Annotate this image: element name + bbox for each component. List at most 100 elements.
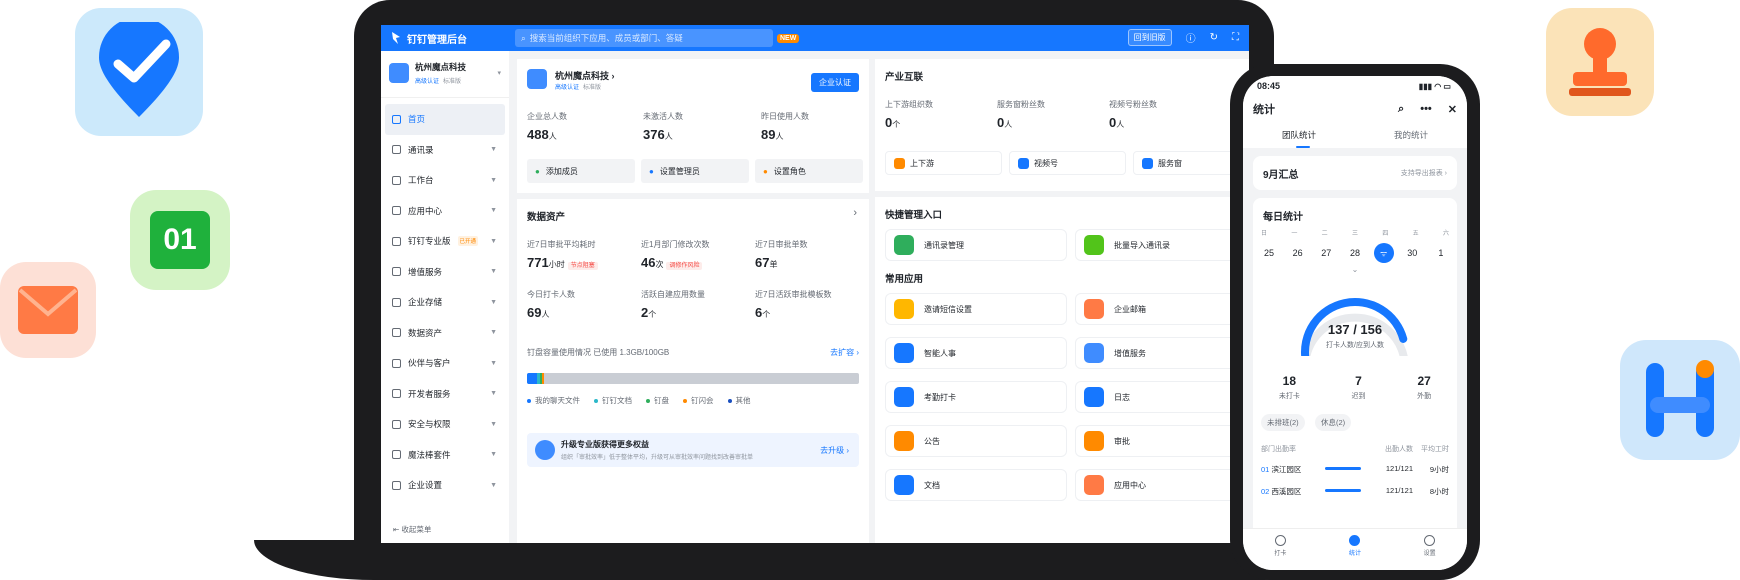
set-role-button[interactable]: ● 设置角色 — [755, 159, 863, 183]
date-cell[interactable]: 28 — [1345, 248, 1365, 258]
calendar-app-icon: 01 — [130, 190, 230, 290]
weekday: 一 — [1291, 231, 1298, 237]
more-icon[interactable]: ••• — [1420, 103, 1432, 116]
app-attendance[interactable]: 考勤打卡 — [885, 381, 1067, 413]
org-switcher[interactable]: 杭州魔点科技 高级认证 标准版 ▾ — [381, 51, 509, 98]
approval-icon — [1084, 431, 1104, 451]
chevron-down-icon: ▼ — [490, 481, 497, 489]
set-admin-button[interactable]: ● 设置管理员 — [641, 159, 749, 183]
collapse-label: 收起菜单 — [401, 525, 432, 534]
date-cell[interactable]: 1 — [1431, 248, 1451, 258]
search-input[interactable]: ⌕ 搜索当前组织下应用、成员或部门、答疑 — [515, 29, 773, 47]
tag-rest[interactable]: 休息(2) — [1315, 414, 1352, 431]
org-card-name[interactable]: 杭州魔点科技 — [555, 71, 609, 81]
sidebar-item-label: 数据资产 — [408, 327, 443, 338]
app-mail[interactable]: 企业邮箱 — [1075, 293, 1249, 325]
app-label: 通讯录管理 — [924, 240, 964, 250]
sidebar-item-security[interactable]: 安全与权限 ▼ — [381, 409, 509, 440]
app-bulk-import[interactable]: 批量导入通讯录 — [1075, 229, 1249, 261]
sidebar-item-storage[interactable]: 企业存储 ▼ — [381, 287, 509, 318]
help-icon[interactable]: ⓘ — [1186, 30, 1196, 45]
chevron-down-icon[interactable]: ⌄ — [1253, 265, 1457, 274]
date-cell[interactable]: 27 — [1316, 248, 1336, 258]
search-icon[interactable]: ⌕ — [1398, 103, 1404, 116]
summary-late[interactable]: 7 迟到 — [1351, 374, 1365, 401]
upgrade-link[interactable]: 去升级 › — [820, 445, 849, 456]
chevron-right-icon[interactable]: › — [853, 207, 857, 219]
sidebar-item-pro[interactable]: 钉钉专业版 已开通 ▼ — [381, 226, 509, 257]
dept-row[interactable]: 01 滨江园区 121/121 9小时 — [1261, 464, 1449, 475]
app-label: 智能人事 — [924, 348, 956, 358]
tag-unscheduled[interactable]: 未排班(2) — [1261, 414, 1305, 431]
sidebar-item-home[interactable]: 首页 — [385, 104, 505, 135]
stat-inactive-members: 未激活人数 376人 — [643, 111, 683, 142]
app-docs[interactable]: 文档 — [885, 469, 1067, 501]
nav-stats[interactable]: 统计 — [1349, 535, 1361, 570]
summary-missed[interactable]: 18 未打卡 — [1279, 374, 1300, 401]
date-cell[interactable]: 25 — [1259, 248, 1279, 258]
sidebar-item-partners[interactable]: 伙伴与客户 ▼ — [381, 348, 509, 379]
dept-hours: 9小时 — [1429, 465, 1449, 474]
stat-active-apps: 活跃自建应用数量 2个 — [641, 289, 705, 320]
app-contacts-mgmt[interactable]: 通讯录管理 — [885, 229, 1067, 261]
sidebar-item-contacts[interactable]: 通讯录 ▼ — [381, 135, 509, 166]
certify-button[interactable]: 企业认证 — [811, 73, 859, 92]
tab-my-stats[interactable]: 我的统计 — [1355, 122, 1467, 148]
sidebar-item-magic-wand[interactable]: 魔法棒套件 ▼ — [381, 440, 509, 471]
sidebar-item-developer[interactable]: 开发者服务 ▼ — [381, 379, 509, 410]
sidebar-item-settings[interactable]: 企业设置 ▼ — [381, 470, 509, 501]
app-log[interactable]: 日志 — [1075, 381, 1249, 413]
stat-label: 昨日使用人数 — [761, 112, 809, 121]
sidebar-item-app-center[interactable]: 应用中心 ▼ — [381, 196, 509, 227]
date-cell[interactable]: 30 — [1402, 248, 1422, 258]
sidebar-item-workbench[interactable]: 工作台 ▼ — [381, 165, 509, 196]
app-announcement[interactable]: 公告 — [885, 425, 1067, 457]
summary-field[interactable]: 27 外勤 — [1417, 374, 1431, 401]
chevron-down-icon: ▼ — [490, 146, 497, 154]
chip-video[interactable]: 视频号 — [1009, 151, 1126, 175]
export-link[interactable]: 支持导出报表 › — [1401, 168, 1447, 178]
sidebar-item-value-added[interactable]: 增值服务 ▼ — [381, 257, 509, 288]
app-value-added[interactable]: 增值服务 — [1075, 337, 1249, 369]
month-summary-card[interactable]: 9月汇总 支持导出报表 › — [1253, 156, 1457, 190]
app-invite-sms[interactable]: 邀请短信设置 — [885, 293, 1067, 325]
upgrade-banner[interactable]: 升级专业版获得更多权益 组织「审批效率」低于整体平均，升级可从审批效率问题找到改… — [527, 433, 859, 467]
new-badge: NEW — [777, 33, 800, 43]
app-app-center[interactable]: 应用中心 — [1075, 469, 1249, 501]
app-smart-hr[interactable]: 智能人事 — [885, 337, 1067, 369]
sidebar: 杭州魔点科技 高级认证 标准版 ▾ 首页 通讯录 ▼ 工作台 ▼ 应用中心 ▼ 钉钉专业… — [381, 51, 509, 543]
legend-item: 我的聊天文件 — [527, 395, 580, 406]
sidebar-item-data-assets[interactable]: 数据资产 ▼ — [381, 318, 509, 349]
stat-video-fans: 视频号粉丝数 0人 — [1109, 99, 1157, 130]
date-cell-selected[interactable]: ᯤ — [1373, 243, 1394, 263]
sidebar-item-label: 增值服务 — [408, 266, 443, 277]
org-card-tag-edition: 标准版 — [583, 85, 602, 91]
fullscreen-icon[interactable]: ⛶ — [1232, 32, 1239, 43]
phone-header: 统计 ⌕ ••• ✕ — [1243, 96, 1467, 122]
dept-row[interactable]: 02 西溪园区 121/121 8小时 — [1261, 486, 1449, 497]
app-logo[interactable]: 钉钉管理后台 — [391, 31, 515, 46]
stat-label: 近1月部门修改次数 — [641, 240, 710, 249]
collapse-menu-button[interactable]: ⇤ 收起菜单 — [393, 524, 431, 535]
stat-dept-changes: 近1月部门修改次数 46次 调修作风险 — [641, 239, 709, 270]
sidebar-item-label: 企业设置 — [408, 480, 443, 491]
expand-storage-link[interactable]: 去扩容 › — [830, 347, 859, 358]
nav-checkin[interactable]: 打卡 — [1274, 535, 1286, 570]
nav-settings[interactable]: 设置 — [1424, 535, 1436, 570]
action-label: 设置管理员 — [659, 166, 700, 176]
document-icon — [894, 475, 914, 495]
close-icon[interactable]: ✕ — [1448, 103, 1457, 116]
back-to-old-button[interactable]: 回到旧版 — [1127, 29, 1172, 46]
pro-badge: 已开通 — [457, 236, 479, 247]
refresh-icon[interactable]: ↻ — [1210, 32, 1218, 43]
stat-label: 活跃自建应用数量 — [641, 290, 705, 299]
tab-team-stats[interactable]: 团队统计 — [1243, 122, 1355, 148]
weekday: 五 — [1412, 231, 1419, 237]
add-member-button[interactable]: ● 添加成员 — [527, 159, 635, 183]
app-approval[interactable]: 审批 — [1075, 425, 1249, 457]
stat-unit: 人 — [664, 132, 673, 141]
upgrade-icon — [535, 440, 555, 460]
chip-upstream[interactable]: 上下游 — [885, 151, 1002, 175]
date-cell[interactable]: 26 — [1288, 248, 1308, 258]
laptop-base — [254, 540, 1384, 580]
